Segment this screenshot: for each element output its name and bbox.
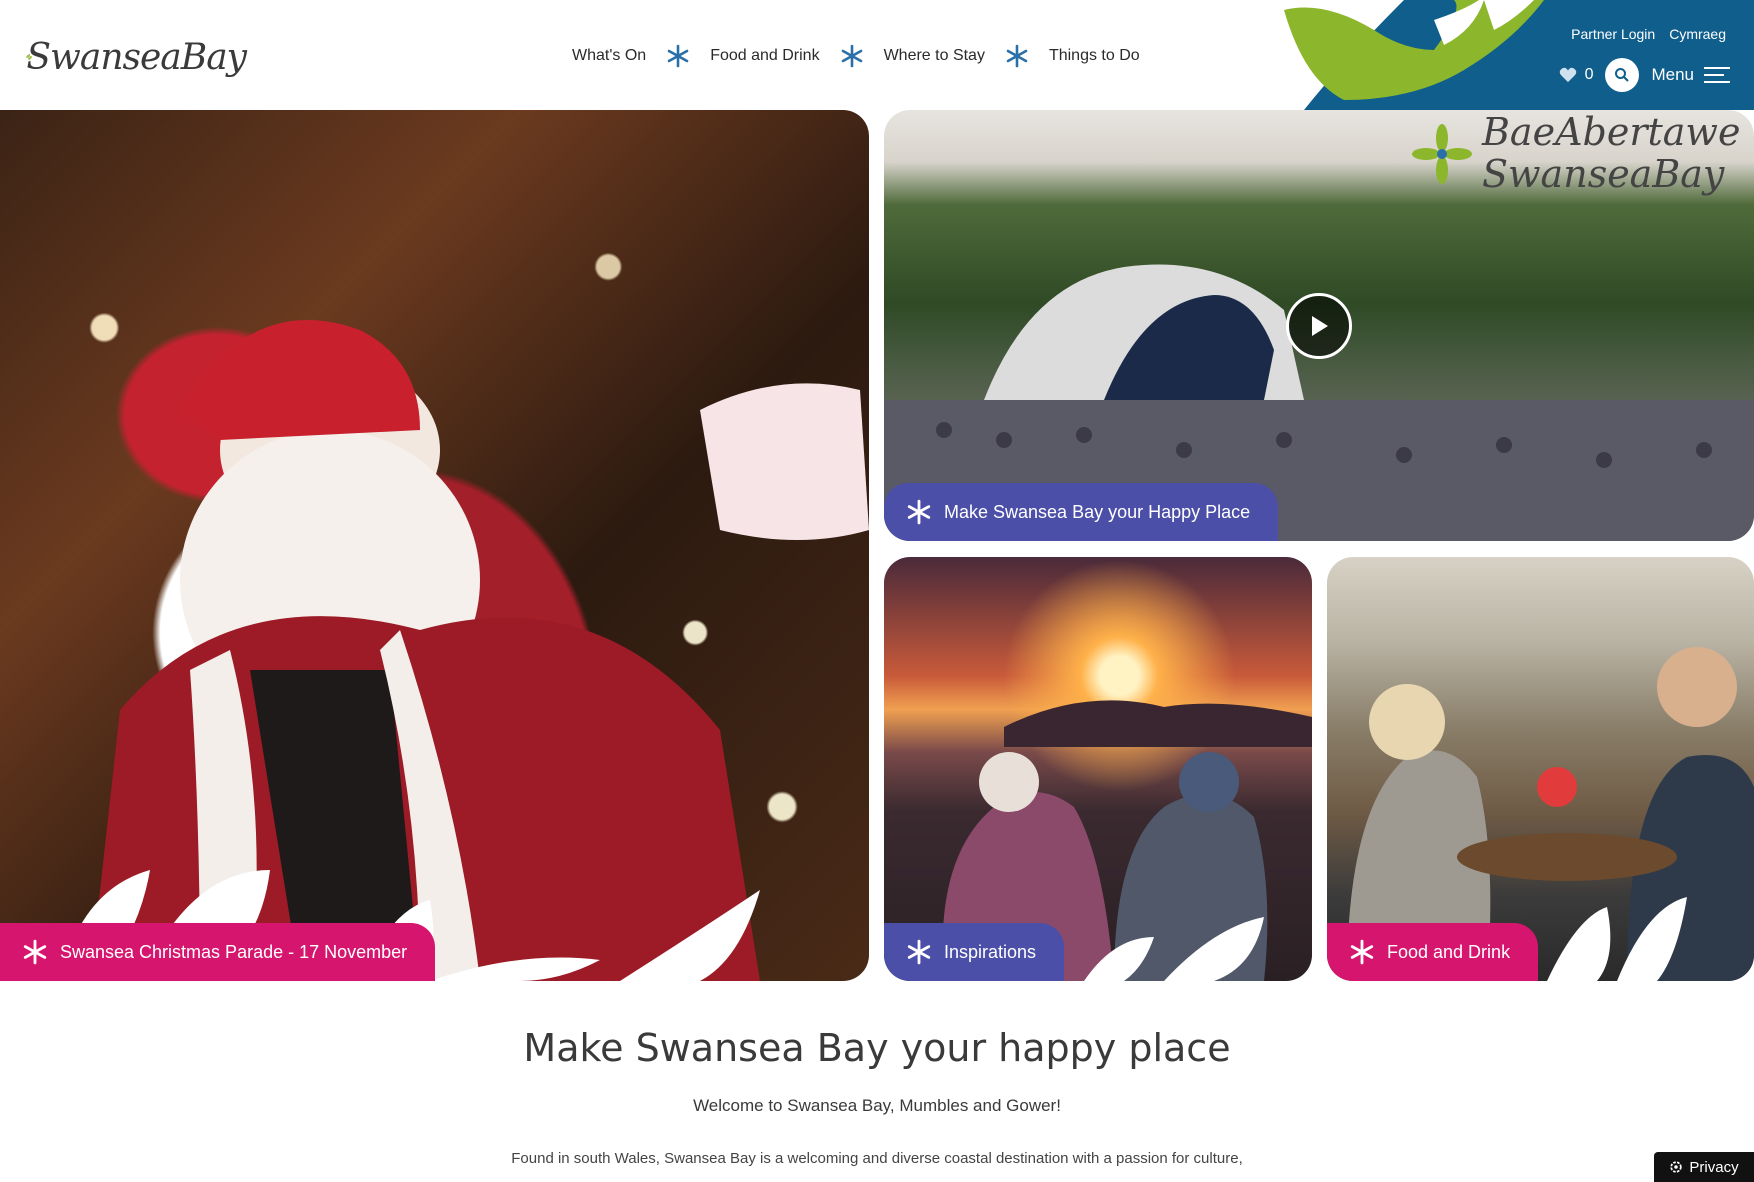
main-navigation: What's On Food and Drink Where to Stay T…: [572, 44, 1140, 68]
play-video-button[interactable]: [1286, 293, 1352, 359]
nav-where-to-stay[interactable]: Where to Stay: [884, 47, 985, 65]
star-icon: [23, 939, 47, 965]
page-heading: Make Swansea Bay your happy place: [523, 1026, 1231, 1070]
hero-tile-christmas-parade[interactable]: Swansea Christmas Parade - 17 November: [0, 110, 869, 981]
star-divider-icon: [667, 44, 689, 68]
hero-tile-food-and-drink[interactable]: Food and Drink: [1327, 557, 1754, 981]
welcome-text: Welcome to Swansea Bay, Mumbles and Gowe…: [693, 1096, 1061, 1115]
intro-section: Make Swansea Bay your happy place Welcom…: [0, 1000, 1754, 1167]
utility-links: Partner Login Cymraeg: [1571, 26, 1726, 42]
language-switch-link[interactable]: Cymraeg: [1669, 26, 1726, 42]
hamburger-icon: [1704, 67, 1730, 83]
hero-tag-label: Swansea Christmas Parade - 17 November: [60, 941, 408, 962]
menu-label: Menu: [1651, 65, 1694, 84]
hero-tag-happy-place: Make Swansea Bay your Happy Place: [884, 483, 1279, 541]
hero-tag-christmas-parade: Swansea Christmas Parade - 17 November: [0, 923, 436, 981]
favourites-count: 0: [1584, 66, 1594, 83]
menu-button[interactable]: Menu: [1651, 65, 1730, 85]
bae-abertawe-logo: BaeAbertawe SwanseaBay: [1412, 110, 1740, 210]
star-icon: [1350, 939, 1374, 965]
hero-tag-food-and-drink: Food and Drink: [1327, 923, 1539, 981]
star-icon: [907, 499, 931, 525]
favourites-button[interactable]: 0: [1559, 66, 1594, 84]
flower-logo-icon: [26, 53, 33, 61]
star-divider-icon: [1006, 44, 1028, 68]
food-market-scene-image: [1347, 647, 1754, 981]
nav-whats-on[interactable]: What's On: [572, 47, 646, 65]
partner-login-link[interactable]: Partner Login: [1571, 26, 1655, 42]
hero-tag-label: Make Swansea Bay your Happy Place: [944, 501, 1251, 522]
privacy-button[interactable]: Privacy: [1654, 1152, 1754, 1182]
logo-english-text: SwanseaBay: [1482, 152, 1725, 196]
hero-tile-inspirations[interactable]: Inspirations: [884, 557, 1312, 981]
search-button[interactable]: [1605, 58, 1640, 92]
site-logo[interactable]: SwanseaBay: [26, 22, 247, 92]
christmas-scene-image: [60, 320, 869, 981]
star-divider-icon: [841, 44, 862, 68]
hero-tile-happy-place-video[interactable]: BaeAbertawe SwanseaBay Make Swansea Bay …: [884, 110, 1754, 541]
nav-things-to-do[interactable]: Things to Do: [1049, 47, 1140, 65]
logo-welsh-text: BaeAbertawe: [1482, 110, 1741, 154]
flower-logo-icon: [1412, 124, 1472, 184]
heart-icon: [1559, 67, 1576, 83]
site-header: SwanseaBay What's On Food and Drink Wher…: [0, 0, 1754, 110]
hero-tag-inspirations: Inspirations: [884, 923, 1065, 981]
hero-tag-label: Inspirations: [944, 941, 1037, 962]
header-corner-decoration: [1284, 0, 1754, 110]
star-icon: [907, 939, 931, 965]
hero-tag-label: Food and Drink: [1387, 941, 1511, 962]
sunset-scene-image: [942, 700, 1312, 981]
intro-body-text: Found in south Wales, Swansea Bay is a w…: [511, 1150, 1243, 1167]
header-actions: 0 Menu: [1559, 58, 1730, 92]
logo-wordmark: SwanseaBay: [26, 36, 247, 78]
play-icon: [1312, 316, 1328, 336]
gear-icon: [1670, 1161, 1683, 1173]
search-icon: [1615, 68, 1630, 82]
privacy-label: Privacy: [1689, 1158, 1739, 1176]
nav-food-and-drink[interactable]: Food and Drink: [710, 47, 819, 65]
